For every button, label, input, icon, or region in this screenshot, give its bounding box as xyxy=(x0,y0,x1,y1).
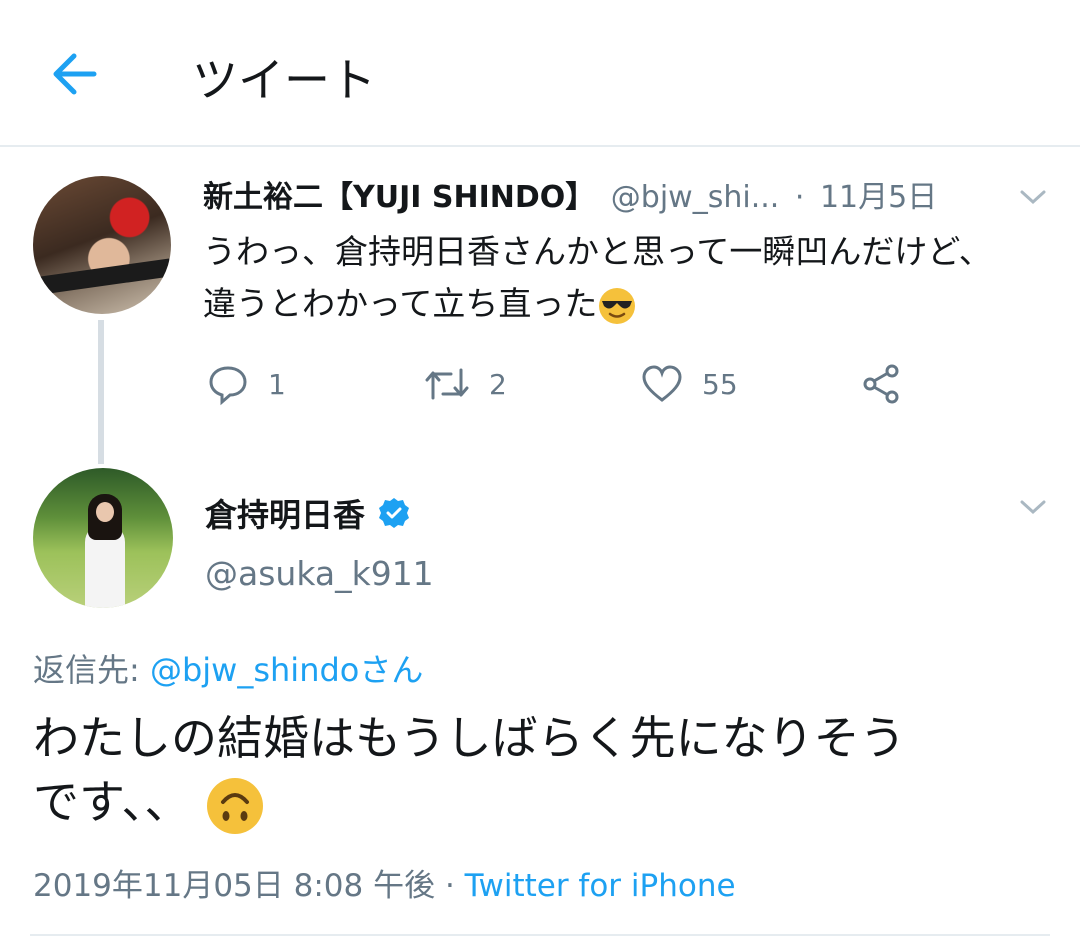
parent-tweet-text: うわっ、倉持明日香さんかと思って一瞬凹んだけど、 違うとわかって立ち直った xyxy=(203,226,1063,330)
reply-button[interactable]: 1 xyxy=(206,362,286,406)
reply-context: 返信先: @bjw_shindoさん xyxy=(33,645,423,691)
tweet-text: わたしの結婚はもうしばらく先になりそう です、、 xyxy=(33,706,1053,836)
divider xyxy=(30,934,1050,936)
tweet-actions: 1 2 55 xyxy=(0,362,1080,408)
top-bar: ツイート xyxy=(0,0,1080,147)
tweet-text-line-2: 違うとわかって立ち直った xyxy=(203,284,598,323)
separator: · xyxy=(435,868,465,904)
tweet-timestamp: 2019年11月05日 8:08 午後 xyxy=(33,868,436,904)
tweet-text-line: 違うとわかって立ち直った xyxy=(203,278,1063,330)
display-name[interactable]: 倉持明日香 xyxy=(205,490,365,536)
tweet-source-link[interactable]: Twitter for iPhone xyxy=(465,868,736,904)
chevron-down-icon[interactable] xyxy=(1016,186,1050,208)
smiling-face-with-sunglasses-icon xyxy=(599,287,636,324)
tweet-text-line: うわっ、倉持明日香さんかと思って一瞬凹んだけど、 xyxy=(203,232,992,271)
display-name[interactable]: 新土裕二【YUJI SHINDO】 xyxy=(203,180,595,215)
arrow-left-icon[interactable] xyxy=(46,48,102,100)
tweet-text-line: です、、 xyxy=(33,770,1053,836)
like-button[interactable]: 55 xyxy=(640,362,738,406)
user-handle[interactable]: @asuka_k911 xyxy=(205,554,434,593)
author-name-row: 倉持明日香 xyxy=(205,490,411,536)
reply-mention-link[interactable]: @bjw_shindoさん xyxy=(150,651,423,689)
verified-badge-icon xyxy=(379,498,410,528)
parent-tweet-header: 新土裕二【YUJI SHINDO】 @bjw_shi... · 11月5日 xyxy=(203,172,937,216)
reply-count: 1 xyxy=(268,367,286,401)
upside-down-face-icon xyxy=(206,777,263,834)
retweet-button[interactable]: 2 xyxy=(423,362,507,406)
reply-label: 返信先: xyxy=(33,651,150,689)
like-count: 55 xyxy=(702,367,738,401)
share-button[interactable] xyxy=(860,362,904,406)
reply-icon xyxy=(209,366,247,406)
separator: · xyxy=(794,180,805,215)
tweet-text-line: わたしの結婚はもうしばらく先になりそう xyxy=(33,711,906,765)
retweet-icon xyxy=(425,368,469,400)
tweet-text-line-2: です、、 xyxy=(33,775,191,829)
user-handle[interactable]: @bjw_shi... xyxy=(611,180,780,215)
share-icon xyxy=(863,364,899,404)
tweet-date[interactable]: 11月5日 xyxy=(820,180,937,215)
page-title: ツイート xyxy=(192,53,376,107)
retweet-count: 2 xyxy=(489,367,507,401)
chevron-down-icon[interactable] xyxy=(1016,496,1050,518)
avatar[interactable] xyxy=(33,176,171,314)
tweet-meta: 2019年11月05日 8:08 午後 · Twitter for iPhone xyxy=(33,860,736,905)
avatar[interactable] xyxy=(33,468,173,608)
heart-icon xyxy=(642,365,682,402)
